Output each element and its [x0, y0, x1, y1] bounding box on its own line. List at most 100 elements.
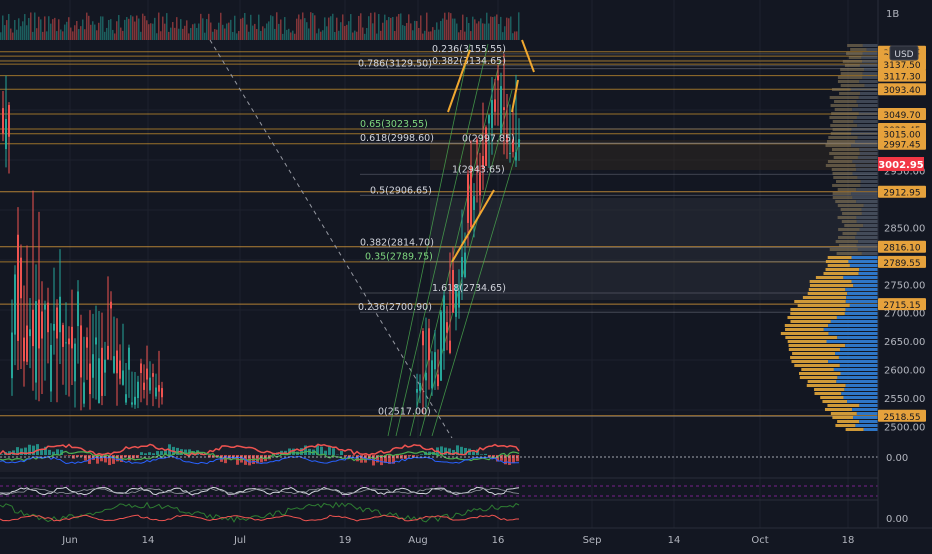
volume-bar — [368, 16, 370, 40]
profile-bar — [838, 80, 859, 83]
volume-bar — [118, 15, 120, 40]
volume-bar — [110, 19, 112, 40]
volume-bar — [350, 14, 352, 40]
profile-bar — [787, 316, 836, 319]
volume-bar — [48, 16, 50, 40]
profile-bar — [828, 160, 852, 163]
profile-bar — [864, 428, 878, 431]
volume-bar — [450, 13, 452, 40]
profile-bar — [855, 424, 878, 427]
profile-bar — [827, 404, 859, 407]
profile-bar — [829, 116, 857, 119]
volume-bar — [388, 17, 390, 40]
profile-bar — [864, 84, 878, 87]
profile-bar — [790, 308, 845, 311]
chart-area[interactable]: 0.786(3129.50)0.65(3023.55)0.618(2998.60… — [0, 0, 932, 550]
volume-bar — [248, 32, 250, 40]
candle-body — [5, 119, 7, 149]
volume-bar — [18, 18, 20, 40]
volume-bar — [322, 30, 324, 40]
profile-bar — [826, 260, 849, 263]
histogram-bar — [484, 454, 487, 455]
profile-bar — [857, 232, 878, 235]
profile-bar — [863, 52, 878, 55]
profile-bar — [834, 100, 857, 103]
volume-bar — [270, 15, 272, 40]
volume-bar — [192, 24, 194, 40]
volume-bar — [146, 20, 148, 40]
volume-bar — [114, 33, 116, 40]
profile-bar — [785, 324, 828, 327]
profile-bar — [858, 104, 878, 107]
profile-bar — [855, 236, 878, 239]
volume-bar — [238, 31, 240, 40]
profile-bar — [843, 396, 878, 399]
volume-bar — [440, 21, 442, 40]
candle-body — [425, 373, 427, 381]
profile-bar — [824, 328, 878, 331]
trading-chart[interactable]: 0.786(3129.50)0.65(3023.55)0.618(2998.60… — [0, 0, 932, 550]
profile-bar — [846, 428, 864, 431]
profile-bar — [809, 288, 846, 291]
profile-bar — [836, 380, 878, 383]
profile-bar — [842, 220, 857, 223]
volume-bar — [328, 18, 330, 40]
volume-bar — [226, 24, 228, 40]
currency-label[interactable]: USD — [894, 50, 913, 60]
volume-bar — [258, 15, 260, 40]
volume-bar — [78, 29, 80, 40]
candle-body — [74, 344, 76, 382]
volume-bar — [228, 23, 230, 40]
profile-bar — [814, 388, 844, 391]
volume-bar — [140, 32, 142, 40]
profile-bar — [828, 264, 850, 267]
profile-bar — [792, 352, 835, 355]
candle-body — [416, 389, 418, 393]
candle-body — [428, 328, 430, 360]
profile-bar — [857, 412, 878, 415]
volume-bar — [472, 17, 474, 40]
profile-bar — [835, 200, 856, 203]
volume-bar — [90, 25, 92, 40]
volume-bar — [56, 31, 58, 40]
candle-body — [143, 383, 145, 390]
histogram-bar — [344, 455, 347, 456]
volume-bar — [94, 25, 96, 40]
volume-bar — [482, 23, 484, 40]
volume-bar — [16, 30, 18, 40]
profile-bar — [838, 76, 862, 79]
profile-bar — [849, 56, 862, 59]
volume-bar — [58, 19, 60, 40]
volume-bar — [426, 13, 428, 40]
histogram-bar — [420, 454, 423, 455]
volume-bar — [8, 14, 10, 40]
volume-bar — [148, 24, 150, 40]
volume-bar — [420, 15, 422, 40]
profile-bar — [860, 92, 878, 95]
candle-body — [509, 153, 511, 154]
histogram-bar — [516, 455, 519, 461]
price-level-label: 3117.30 — [883, 73, 920, 83]
volume-bar — [300, 19, 302, 40]
candle-body — [113, 356, 115, 373]
candle-body — [440, 312, 442, 381]
volume-bar — [202, 18, 204, 40]
profile-bar — [827, 340, 878, 343]
profile-bar — [830, 248, 858, 251]
candle-body — [86, 337, 88, 347]
time-tick: 18 — [842, 535, 855, 546]
volume-bar — [514, 31, 516, 40]
time-tick: Jul — [233, 535, 246, 546]
volume-bar — [188, 33, 190, 40]
candle-body — [431, 360, 433, 388]
profile-bar — [845, 312, 878, 315]
profile-bar — [860, 152, 878, 155]
profile-bar — [857, 220, 878, 223]
volume-bar — [52, 19, 54, 40]
histogram-bar — [48, 450, 51, 455]
profile-bar — [841, 72, 863, 75]
fib-label: 1.618(2734.65) — [432, 283, 506, 294]
volume-bar — [60, 30, 62, 40]
volume-bar — [252, 26, 254, 40]
price-tick: 2600.00 — [884, 366, 925, 377]
